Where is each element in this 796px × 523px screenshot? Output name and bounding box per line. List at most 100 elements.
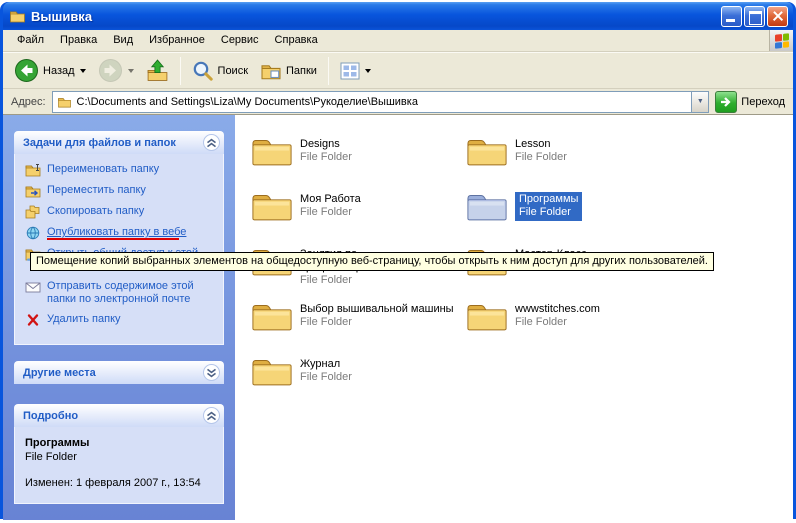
forward-icon (98, 58, 123, 83)
folder-icon (251, 355, 293, 388)
task-move-folder[interactable]: Переместить папку (25, 184, 219, 198)
task-copy-folder[interactable]: Скопировать папку (25, 205, 219, 219)
views-dropdown[interactable] (365, 69, 371, 73)
file-tile-moya-rabota[interactable]: Моя Работа File Folder (251, 190, 456, 245)
task-publish-folder[interactable]: Опубликовать папку в вебе (25, 226, 219, 240)
go-arrow-icon (719, 95, 733, 109)
search-icon (192, 60, 214, 82)
search-button[interactable]: Поиск (187, 58, 253, 84)
menu-tools[interactable]: Сервис (213, 30, 267, 51)
forward-dropdown[interactable] (128, 69, 134, 73)
toolbar-separator (180, 57, 181, 85)
task-email-folder[interactable]: Отправить содержимое этой папки по элект… (25, 280, 219, 306)
back-dropdown[interactable] (80, 69, 86, 73)
up-folder-icon (146, 59, 169, 82)
up-button[interactable] (141, 57, 174, 84)
file-tile-programmy-selected[interactable]: Программы File Folder (466, 190, 671, 245)
file-tasks-header[interactable]: Задачи для файлов и папок (14, 131, 224, 154)
file-type: File Folder (300, 316, 454, 329)
copy-folder-icon (25, 205, 41, 219)
file-name: Моя Работа (300, 193, 361, 206)
folder-icon (251, 135, 293, 168)
tooltip: Помещение копий выбранных элементов на о… (30, 252, 714, 271)
forward-button[interactable] (93, 56, 139, 85)
file-name: Designs (300, 138, 352, 151)
publish-folder-icon (25, 226, 41, 240)
task-delete-folder[interactable]: Удалить папку (25, 313, 219, 327)
other-places-title: Другие места (23, 367, 96, 379)
minimize-button[interactable] (721, 6, 742, 27)
menu-view[interactable]: Вид (105, 30, 141, 51)
window-folder-icon (9, 9, 26, 23)
back-button[interactable]: Назад (9, 56, 91, 85)
file-type: File Folder (515, 316, 600, 329)
file-type: File Folder (300, 371, 352, 384)
views-button[interactable] (335, 60, 376, 82)
file-tile-designs[interactable]: Designs File Folder (251, 135, 456, 190)
section-file-tasks: Задачи для файлов и папок Переименовать … (14, 131, 224, 345)
file-tile-vybor-mashiny[interactable]: Выбор вышивальной машины File Folder (251, 300, 456, 355)
folder-icon (466, 135, 508, 168)
file-tile-lesson[interactable]: Lesson File Folder (466, 135, 671, 190)
back-icon (14, 58, 39, 83)
section-other-places: Другие места (14, 361, 224, 384)
address-combobox[interactable]: C:\Documents and Settings\Liza\My Docume… (52, 91, 710, 113)
file-name: Журнал (300, 358, 352, 371)
search-label: Поиск (218, 65, 248, 77)
folder-icon (251, 190, 293, 223)
folders-button[interactable]: Папки (255, 60, 322, 82)
file-tile-zhurnal[interactable]: Журнал File Folder (251, 355, 456, 410)
folder-icon-selected (466, 190, 508, 223)
details-item-name: Программы (25, 437, 217, 449)
other-places-header[interactable]: Другие места (14, 361, 224, 384)
folder-icon (466, 300, 508, 333)
task-rename-folder[interactable]: Переименовать папку (25, 163, 219, 177)
menu-help[interactable]: Справка (267, 30, 326, 51)
file-tile-wwwstitches[interactable]: wwwstitches.com File Folder (466, 300, 671, 355)
delete-folder-icon (25, 313, 41, 327)
views-icon (340, 62, 360, 80)
close-button[interactable] (767, 6, 788, 27)
details-item-modified: Изменен: 1 февраля 2007 г., 13:54 (25, 477, 217, 489)
task-pane: Задачи для файлов и папок Переименовать … (3, 115, 235, 520)
menu-favorites[interactable]: Избранное (141, 30, 213, 51)
address-bar: Адрес: C:\Documents and Settings\Liza\My… (3, 89, 793, 115)
title-bar: Вышивка (3, 2, 793, 30)
annotation-red-underline (47, 238, 179, 240)
menu-file[interactable]: Файл (9, 30, 52, 51)
folder-icon (251, 300, 293, 333)
file-name: Lesson (515, 138, 567, 151)
file-name: Программы (519, 193, 578, 206)
file-type: File Folder (300, 151, 352, 164)
collapse-chevron-icon[interactable] (203, 407, 220, 424)
address-dropdown-button[interactable]: ▼ (691, 92, 708, 112)
file-name: wwwstitches.com (515, 303, 600, 316)
back-label: Назад (43, 65, 75, 77)
file-tasks-title: Задачи для файлов и папок (23, 137, 176, 149)
expand-chevron-icon[interactable] (203, 364, 220, 381)
file-type: File Folder (300, 206, 361, 219)
file-list-area[interactable]: Designs File Folder Lesson File Folder М… (235, 115, 793, 520)
task-label: Переместить папку (47, 184, 146, 197)
task-label: Удалить папку (47, 313, 121, 326)
toolbar-separator (328, 57, 329, 85)
windows-logo (769, 30, 793, 51)
section-details: Подробно Программы File Folder Изменен: … (14, 404, 224, 504)
email-folder-icon (25, 280, 41, 294)
go-button[interactable] (715, 91, 737, 113)
file-type: File Folder (515, 151, 567, 164)
task-label: Скопировать папку (47, 205, 144, 218)
file-name: Выбор вышивальной машины (300, 303, 454, 316)
window-title: Вышивка (31, 9, 716, 24)
maximize-button[interactable] (744, 6, 765, 27)
details-header[interactable]: Подробно (14, 404, 224, 427)
folders-icon (260, 62, 282, 80)
file-type: File Folder (519, 206, 578, 219)
collapse-chevron-icon[interactable] (203, 134, 220, 151)
explorer-window: Вышивка Файл Правка Вид Избранное Сервис… (0, 2, 796, 519)
address-label: Адрес: (11, 96, 46, 108)
menu-edit[interactable]: Правка (52, 30, 105, 51)
move-folder-icon (25, 184, 41, 198)
menu-bar: Файл Правка Вид Избранное Сервис Справка (3, 30, 793, 52)
details-item-type: File Folder (25, 451, 217, 463)
